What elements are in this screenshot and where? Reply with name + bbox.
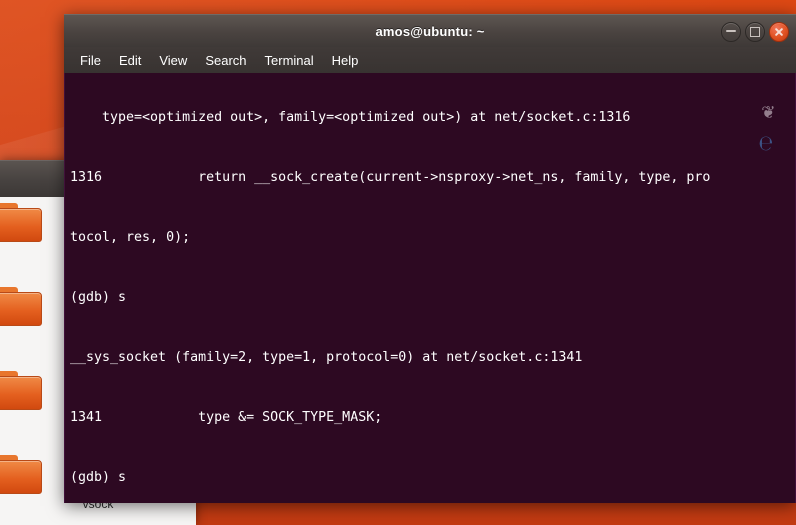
terminal-line: 1316 return __sock_create(current->nspro… [70,170,711,185]
terminal-line: (gdb) s [70,470,127,485]
terminal-line: type=<optimized out>, family=<optimized … [70,110,631,125]
terminal-line: 1341 type &= SOCK_TYPE_MASK; [70,410,383,425]
terminal-screen[interactable]: type=<optimized out>, family=<optimized … [64,73,796,503]
terminal-line: (gdb) s [70,290,127,305]
menu-item-search[interactable]: Search [197,50,254,71]
maximize-button[interactable] [745,22,765,42]
window-controls[interactable] [721,22,789,42]
minimize-button[interactable] [721,22,741,42]
terminal-line: __sys_socket (family=2, type=1, protocol… [70,350,583,365]
menu-item-file[interactable]: File [72,50,109,71]
close-button[interactable] [769,22,789,42]
menu-item-edit[interactable]: Edit [111,50,149,71]
folder-icon [0,371,42,410]
terminal-line: tocol, res, 0); [70,230,191,245]
folder-icon [0,455,42,494]
menu-item-view[interactable]: View [151,50,195,71]
menu-item-help[interactable]: Help [324,50,367,71]
menu-bar[interactable]: File Edit View Search Terminal Help [64,47,796,73]
menu-item-terminal[interactable]: Terminal [257,50,322,71]
folder-icon [0,287,42,326]
browser-e-icon: ℮ [759,131,773,155]
window-title: amos@ubuntu: ~ [375,23,485,39]
terminal-window[interactable]: amos@ubuntu: ~ File Edit View Search Ter… [64,14,796,503]
folder-icon [0,203,42,242]
terminal-titlebar[interactable]: amos@ubuntu: ~ [64,14,796,47]
